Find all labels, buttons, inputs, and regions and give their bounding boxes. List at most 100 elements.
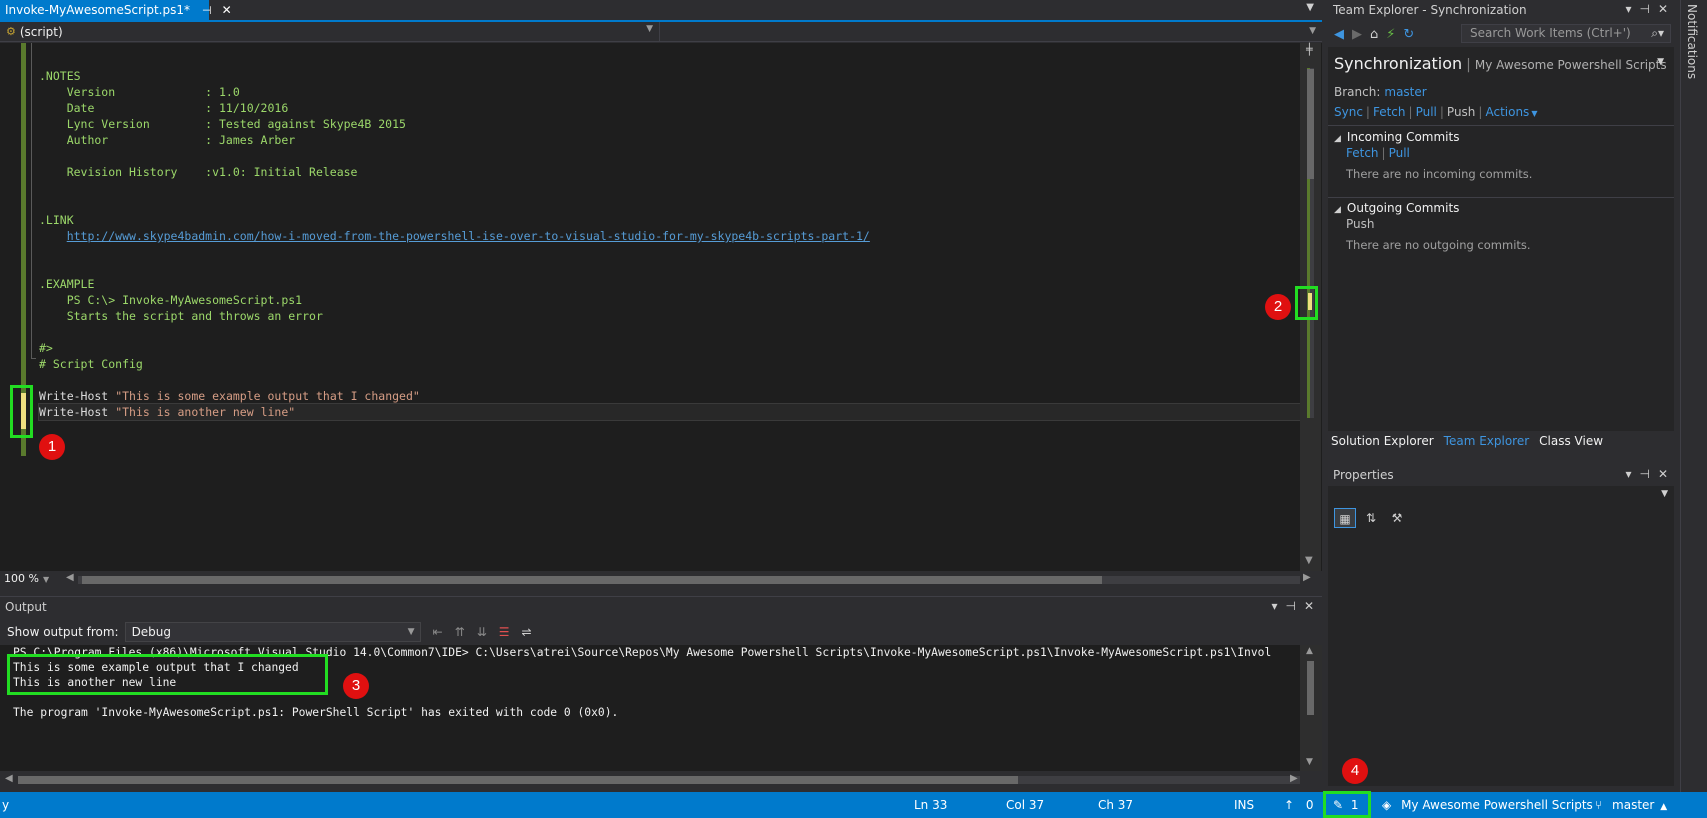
scroll-right-icon[interactable]: ▶ [1290, 773, 1298, 784]
forward-icon[interactable]: ▶ [1352, 27, 1362, 42]
tab-team-explorer[interactable]: Team Explorer [1439, 432, 1535, 452]
annotation-badge-4: 4 [1342, 758, 1368, 784]
status-repository[interactable]: ◈ My Awesome Powershell Scripts [1382, 798, 1593, 812]
chevron-down-icon: ▼ [407, 627, 415, 637]
chevron-down-icon: ▼ [1531, 109, 1538, 118]
find-message-icon[interactable]: ⇤ [433, 625, 443, 639]
member-dropdown[interactable]: ▼ [661, 22, 1322, 41]
outgoing-push-link[interactable]: Push [1346, 217, 1375, 231]
synchronization-heading: Synchronization [1334, 54, 1463, 73]
alphabetical-icon[interactable]: ⇅ [1360, 508, 1382, 528]
editor-bottom-bar: 100 % ▼ ◀ ▶ [0, 571, 1322, 588]
push-link[interactable]: Push [1447, 105, 1476, 119]
notifications-label: Notifications [1685, 4, 1699, 80]
code-line: http://www.skype4badmin.com/how-i-moved-… [39, 228, 1299, 244]
branch-icon: ⑂ [1595, 798, 1603, 812]
home-icon[interactable]: ⌂ [1370, 27, 1378, 42]
pull-link[interactable]: Pull [1416, 105, 1437, 119]
chevron-down-icon[interactable]: ▼ [1657, 57, 1664, 67]
document-tab[interactable]: Invoke-MyAwesomeScript.ps1* ⊣ ✕ [0, 0, 232, 20]
zoom-dropdown[interactable]: 100 % ▼ [4, 572, 49, 585]
incoming-pull-link[interactable]: Pull [1389, 146, 1410, 160]
chevron-down-icon: ▼ [646, 24, 653, 34]
outline-collapse-foot [31, 358, 36, 359]
back-icon[interactable]: ◀ [1334, 27, 1344, 42]
team-explorer-window-controls: ▾ ⊣ ✕ [1625, 2, 1668, 16]
previous-message-icon[interactable]: ⇈ [455, 625, 465, 639]
output-source-value: Debug [131, 625, 172, 639]
tab-overflow-icon[interactable]: ▼ [1306, 2, 1314, 13]
scroll-down-icon[interactable]: ▼ [1305, 555, 1313, 566]
property-pages-icon[interactable]: ⚒ [1386, 508, 1408, 528]
close-icon[interactable]: ✕ [1658, 2, 1668, 16]
clear-all-icon[interactable]: ☰ [499, 625, 510, 639]
search-icon[interactable]: ⌕▾ [1651, 25, 1664, 42]
pin-icon[interactable]: ⊣ [1639, 2, 1649, 16]
editor-horizontal-scroll-thumb[interactable] [82, 576, 1102, 584]
output-source-label: Show output from: [7, 625, 119, 639]
panel-menu-icon[interactable]: ▾ [1625, 2, 1631, 16]
split-handle-icon[interactable]: ╪ [1306, 43, 1313, 56]
output-horizontal-scrollbar[interactable]: ◀ ▶ [0, 772, 1322, 788]
connect-icon[interactable]: ⚡ [1386, 27, 1395, 42]
scope-dropdown-value: (script) [19, 24, 63, 39]
scroll-left-icon[interactable]: ◀ [5, 773, 13, 784]
close-icon[interactable]: ✕ [1304, 599, 1314, 613]
fetch-link[interactable]: Fetch [1373, 105, 1406, 119]
categorized-icon[interactable]: ▦ [1334, 508, 1356, 528]
pin-icon[interactable]: ⊣ [1285, 599, 1295, 613]
output-vertical-scrollbar[interactable]: ▲ ▼ [1300, 645, 1322, 771]
code-editor[interactable]: .NOTES Version : 1.0 Date : 11/10/2016 L… [0, 43, 1322, 571]
branch-link[interactable]: master [1384, 85, 1426, 99]
code-line: Date : 11/10/2016 [39, 101, 289, 115]
code-line: Version : 1.0 [39, 85, 240, 99]
word-wrap-icon[interactable]: ⇌ [522, 625, 532, 639]
incoming-fetch-link[interactable]: Fetch [1346, 146, 1379, 160]
search-work-items-input[interactable]: Search Work Items (Ctrl+') ⌕▾ [1461, 24, 1671, 43]
highlight-box-1 [10, 385, 33, 438]
code-line: PS C:\> Invoke-MyAwesomeScript.ps1 [39, 293, 303, 307]
status-text: y [2, 798, 10, 812]
scroll-up-icon[interactable]: ▲ [1306, 646, 1313, 656]
repository-name: My Awesome Powershell Scripts [1474, 58, 1667, 72]
pin-icon[interactable]: ⊣ [202, 4, 212, 17]
notifications-strip[interactable]: Notifications [1680, 0, 1707, 792]
tab-class-view[interactable]: Class View [1534, 432, 1608, 452]
code-lines: .NOTES Version : 1.0 Date : 11/10/2016 L… [38, 68, 1302, 421]
scroll-left-icon[interactable]: ◀ [66, 572, 74, 583]
divider [1328, 125, 1674, 126]
scroll-right-icon[interactable]: ▶ [1303, 572, 1311, 583]
doc-link[interactable]: http://www.skype4badmin.com/how-i-moved-… [67, 229, 870, 243]
close-icon[interactable]: ✕ [222, 3, 232, 17]
scrollbar-thumb[interactable] [1307, 69, 1314, 179]
status-column: Col 37 [1006, 798, 1045, 812]
panel-menu-icon[interactable]: ▾ [1271, 599, 1277, 613]
tab-solution-explorer[interactable]: Solution Explorer [1326, 432, 1439, 452]
scope-dropdown[interactable]: ⚙ (script) ▼ [0, 22, 660, 41]
branch-row: Branch: master [1334, 85, 1427, 99]
outgoing-commits-title: Outgoing Commits [1346, 201, 1460, 215]
scroll-down-icon[interactable]: ▼ [1306, 757, 1313, 767]
sync-link[interactable]: Sync [1334, 105, 1363, 119]
close-icon[interactable]: ✕ [1658, 467, 1668, 481]
code-line: #> [39, 341, 53, 355]
next-message-icon[interactable]: ⇊ [477, 625, 487, 639]
actions-menu[interactable]: Actions [1485, 105, 1529, 119]
panel-menu-icon[interactable]: ▾ [1625, 467, 1631, 481]
string-token: "This is another new line" [115, 405, 296, 419]
unpublished-commits[interactable]: ↑ 0 [1284, 798, 1314, 812]
tool-window-tabs: Solution Explorer Team Explorer Class Vi… [1326, 432, 1676, 452]
incoming-commits-header[interactable]: ◢ Incoming Commits [1334, 130, 1459, 144]
status-branch[interactable]: ⑂ master ▲ [1595, 798, 1667, 812]
team-explorer-title: Team Explorer - Synchronization [1333, 3, 1527, 17]
code-line: Write-Host "This is some example output … [39, 388, 1299, 404]
scrollbar-thumb[interactable] [18, 776, 1018, 784]
chevron-down-icon[interactable]: ▼ [1661, 489, 1668, 499]
pin-icon[interactable]: ⊣ [1639, 467, 1649, 481]
incoming-message: There are no incoming commits. [1346, 167, 1533, 181]
scrollbar-thumb[interactable] [1307, 661, 1314, 715]
outgoing-commits-header[interactable]: ◢ Outgoing Commits [1334, 201, 1459, 215]
refresh-icon[interactable]: ↻ [1403, 27, 1414, 42]
output-source-dropdown[interactable]: Debug ▼ [124, 622, 421, 642]
search-placeholder: Search Work Items (Ctrl+') [1470, 26, 1631, 40]
